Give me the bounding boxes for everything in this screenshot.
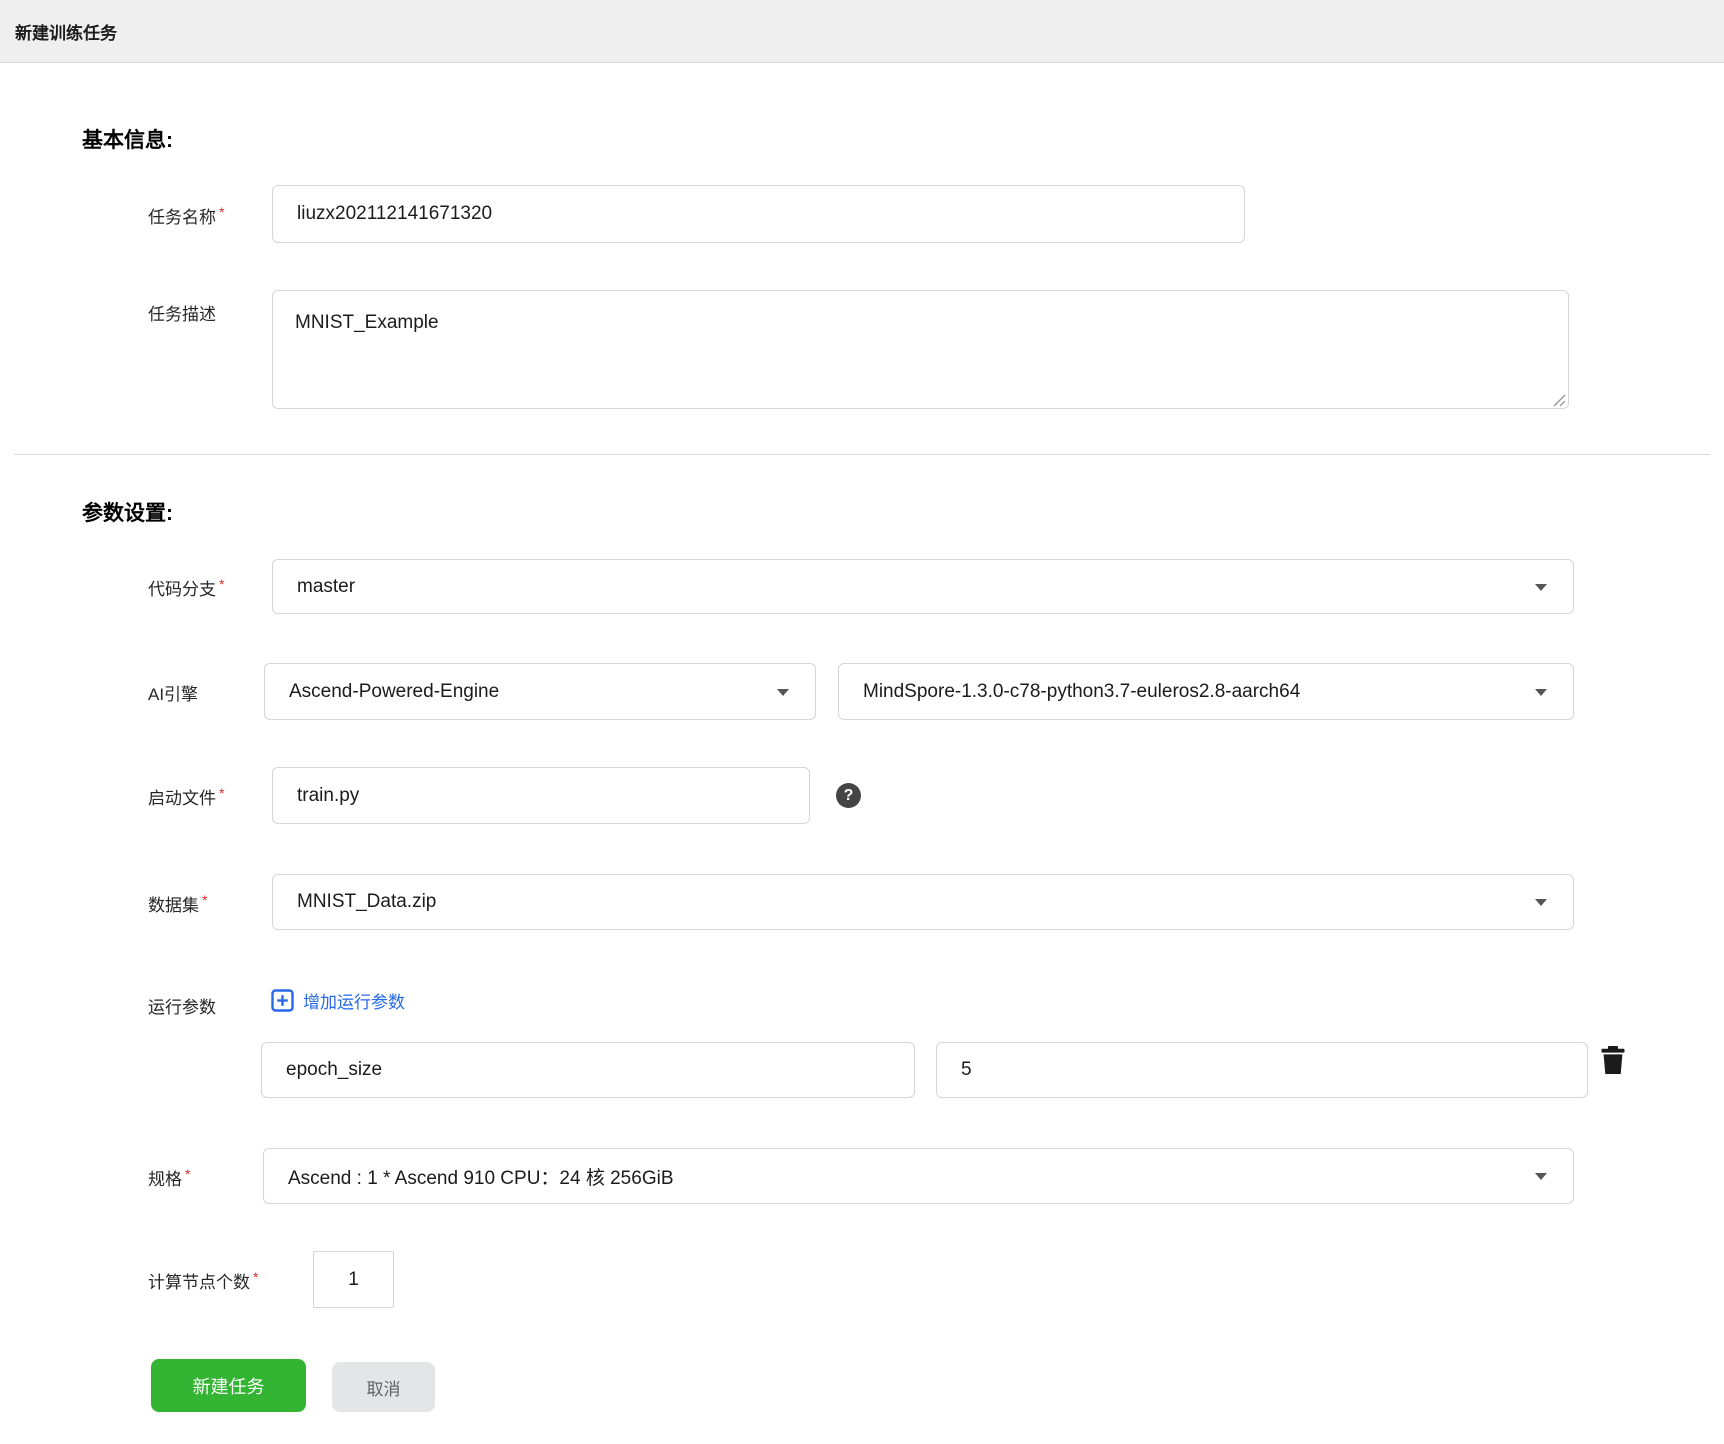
task-desc-label: 任务描述 <box>148 305 216 324</box>
code-branch-select[interactable]: master <box>272 559 1574 614</box>
caret-down-icon <box>1535 688 1547 696</box>
ai-engine-select[interactable]: Ascend-Powered-Engine <box>264 663 816 720</box>
boot-file-input[interactable] <box>272 767 810 824</box>
submit-button[interactable]: 新建任务 <box>151 1359 306 1412</box>
node-count-label: 计算节点个数 * <box>148 1269 259 1292</box>
caret-down-icon <box>1535 899 1547 906</box>
code-branch-value: master <box>297 575 356 597</box>
spec-value: Ascend : 1 * Ascend 910 CPU：24 核 256GiB <box>288 1167 674 1189</box>
page-header: 新建训练任务 <box>0 0 1724 63</box>
page-title: 新建训练任务 <box>15 23 117 43</box>
section-divider <box>14 454 1710 455</box>
caret-down-icon <box>1535 1173 1547 1180</box>
ai-engine-version-value: MindSpore-1.3.0-c78-python3.7-euleros2.8… <box>863 680 1301 702</box>
run-param-value-input[interactable] <box>936 1042 1588 1098</box>
delete-run-param-button[interactable] <box>1601 1046 1625 1074</box>
run-param-key-input[interactable] <box>261 1042 915 1098</box>
boot-file-label: 启动文件 * <box>148 785 225 808</box>
task-name-label: 任务名称 * <box>148 204 225 227</box>
task-desc-textarea[interactable]: MNIST_Example <box>272 290 1569 409</box>
dataset-value: MNIST_Data.zip <box>297 891 437 912</box>
required-asterisk: * <box>253 1269 259 1285</box>
cancel-button[interactable]: 取消 <box>332 1362 435 1412</box>
plus-square-icon <box>271 989 294 1012</box>
caret-down-icon <box>1535 583 1547 591</box>
spec-label: 规格 * <box>148 1166 191 1189</box>
question-circle-icon[interactable]: ? <box>836 783 861 808</box>
ai-engine-version-select[interactable]: MindSpore-1.3.0-c78-python3.7-euleros2.8… <box>838 663 1574 720</box>
dataset-select[interactable]: MNIST_Data.zip <box>272 874 1574 930</box>
ai-engine-label: AI引擎 <box>148 685 199 704</box>
required-asterisk: * <box>219 576 225 592</box>
section-params-heading: 参数设置: <box>82 502 173 525</box>
required-asterisk: * <box>219 785 225 801</box>
ai-engine-value: Ascend-Powered-Engine <box>289 680 500 702</box>
new-training-task-page: 新建训练任务 基本信息: 任务名称* 任务描述 MNIST_Example 参数… <box>0 0 1724 1444</box>
node-count-input[interactable] <box>313 1251 394 1308</box>
caret-down-icon <box>777 688 789 696</box>
required-asterisk: * <box>202 892 208 908</box>
add-run-param-label: 增加运行参数 <box>303 993 405 1012</box>
trash-icon <box>1601 1046 1625 1077</box>
required-asterisk: * <box>219 204 225 220</box>
task-name-input[interactable] <box>272 185 1245 243</box>
run-params-label: 运行参数 <box>148 998 216 1017</box>
code-branch-label: 代码分支 * <box>148 576 225 599</box>
required-asterisk: * <box>185 1166 191 1182</box>
spec-select[interactable]: Ascend : 1 * Ascend 910 CPU：24 核 256GiB <box>263 1148 1574 1204</box>
add-run-param-link[interactable]: 增加运行参数 <box>271 988 405 1013</box>
dataset-label: 数据集 * <box>148 892 208 915</box>
section-basic-info-heading: 基本信息: <box>82 129 173 152</box>
